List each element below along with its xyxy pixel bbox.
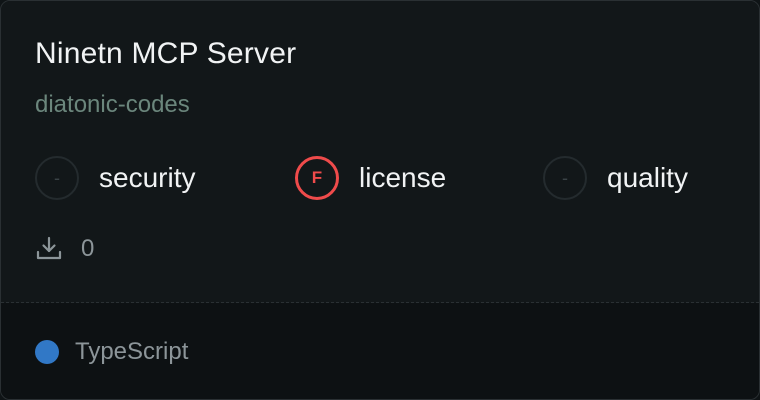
downloads: 0 — [35, 233, 94, 265]
language-name: TypeScript — [75, 338, 189, 365]
security-score-badge: - — [35, 156, 79, 200]
security-score: - security — [35, 154, 195, 202]
mcp-server-card[interactable]: Ninetn MCP Server diatonic-codes - secur… — [0, 0, 760, 400]
quality-score: - quality — [543, 154, 688, 202]
download-icon — [36, 236, 62, 260]
quality-score-label: quality — [607, 162, 688, 193]
security-score-label: security — [99, 162, 196, 193]
card-body: Ninetn MCP Server diatonic-codes - secur… — [1, 1, 759, 302]
license-score-badge: F — [295, 156, 339, 200]
language-color-dot — [35, 340, 59, 364]
download-count: 0 — [81, 235, 95, 262]
server-org[interactable]: diatonic-codes — [35, 89, 190, 121]
license-score: F license — [295, 154, 446, 202]
license-score-label: license — [359, 162, 447, 193]
server-title[interactable]: Ninetn MCP Server — [35, 35, 296, 73]
quality-score-badge: - — [543, 156, 587, 200]
score-row: - security F license - quality — [35, 154, 759, 202]
language-info: TypeScript — [35, 337, 188, 367]
